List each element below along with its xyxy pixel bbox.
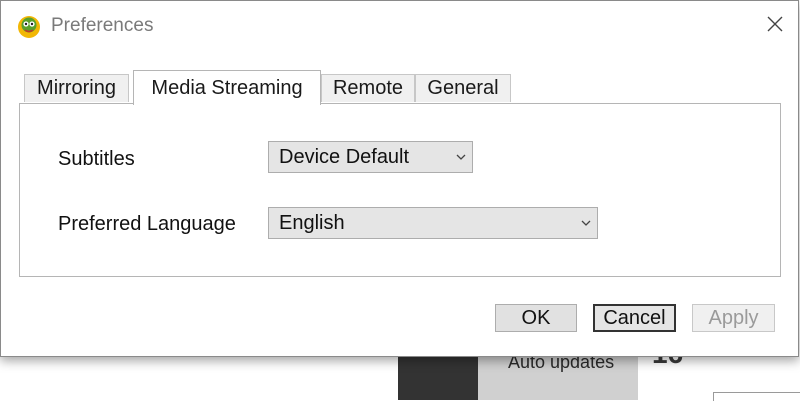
close-icon: [766, 15, 784, 38]
tab-remote[interactable]: Remote: [321, 74, 415, 102]
chevron-down-icon: [575, 220, 597, 226]
background-dark-panel: [398, 355, 478, 400]
cancel-button[interactable]: Cancel: [593, 304, 676, 332]
subtitles-dropdown[interactable]: Device Default: [268, 141, 473, 173]
title-bar[interactable]: Preferences: [1, 1, 798, 53]
preferred-language-selected-value: English: [279, 211, 345, 234]
close-button[interactable]: [760, 11, 790, 41]
tab-media-streaming[interactable]: Media Streaming: [133, 70, 321, 105]
app-icon: [17, 15, 41, 39]
apply-button[interactable]: Apply: [692, 304, 775, 332]
subtitles-selected-value: Device Default: [279, 145, 410, 168]
preferences-dialog: Preferences Mirroring Media Streaming Re…: [0, 0, 799, 357]
subtitles-label: Subtitles: [58, 148, 135, 170]
preferred-language-dropdown[interactable]: English: [268, 207, 598, 239]
chevron-down-icon: [450, 154, 472, 160]
tab-general[interactable]: General: [415, 74, 511, 102]
media-streaming-panel: Subtitles Device Default Preferred Langu…: [19, 103, 781, 277]
ok-button[interactable]: OK: [495, 304, 577, 332]
window-title: Preferences: [51, 15, 154, 36]
preferred-language-label: Preferred Language: [58, 213, 236, 235]
tab-mirroring[interactable]: Mirroring: [24, 74, 129, 102]
